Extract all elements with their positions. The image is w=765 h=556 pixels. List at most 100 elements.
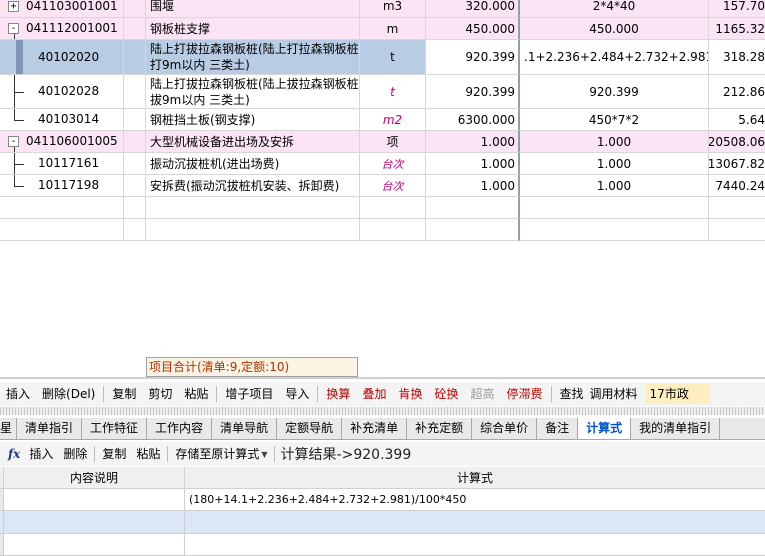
table-row[interactable]: 40102028 陆上打拔拉森钢板桩(陆上拔拉森钢板桩 拔9m以内 三类土) t… (0, 75, 765, 109)
paste-button[interactable]: 粘贴 (178, 384, 214, 404)
formula-row[interactable] (0, 534, 765, 556)
table-row-selected[interactable]: 40102020 陆上打拔拉森钢板桩(陆上打拉森钢板桩 打9m以内 三类土) t… (0, 40, 765, 75)
description-cell[interactable] (4, 489, 185, 511)
table-row[interactable]: - 041112001001 钢板桩支撑 m 450.000 450.000 1… (0, 18, 765, 40)
use-material-button[interactable]: 调用材料 (590, 384, 644, 404)
super-height-button[interactable]: 超高 (464, 384, 500, 404)
item-code: 041103001001 (26, 0, 118, 13)
item-expr: 920.399 (520, 75, 709, 109)
splitter-grip[interactable] (0, 407, 765, 415)
delete-button[interactable]: 删除(Del) (36, 384, 101, 404)
stack-button[interactable]: 叠加 (356, 384, 392, 404)
formula-delete-button[interactable]: 删除 (58, 443, 92, 465)
item-code: 10117198 (38, 178, 100, 192)
tab-my-bill-guide[interactable]: 我的清单指引 (631, 418, 721, 439)
tab-supplement-quota[interactable]: 补充定额 (407, 418, 473, 439)
code-cell: - 041112001001 (0, 18, 124, 40)
item-expr: 1.000 (520, 175, 709, 197)
formula-toolbar: fx 插入 删除 复制 粘贴 存储至原计算式 ▼ 计算结果->920.399 (0, 442, 765, 466)
item-qty: 1.000 (426, 131, 520, 153)
item-price: 5.64 (709, 109, 765, 131)
toolbar-separator (273, 446, 275, 462)
tab-work-content[interactable]: 工作内容 (147, 418, 213, 439)
item-name: 陆上打拔拉森钢板桩(陆上拔拉森钢板桩 拔9m以内 三类土) (146, 75, 360, 109)
formula-paste-button[interactable]: 粘贴 (131, 443, 165, 465)
calc-result: 计算结果->920.399 (280, 447, 412, 463)
tab-supplement-bill[interactable]: 补充清单 (342, 418, 408, 439)
item-code: 041106001005 (26, 134, 118, 148)
formula-row[interactable]: (180+14.1+2.236+2.484+2.732+2.981)/100*4… (0, 489, 765, 511)
insert-button[interactable]: 插入 (0, 384, 36, 404)
table-row[interactable]: 10117198 安拆费(振动沉拔桩机安装、拆卸费) 台次 1.000 1.00… (0, 175, 765, 197)
item-price: 1165.32 (709, 18, 765, 40)
item-unit: t (360, 40, 426, 75)
description-cell[interactable] (4, 511, 185, 534)
code-cell: 40103014 (0, 109, 124, 131)
save-to-formula-button[interactable]: 存储至原计算式 (170, 443, 261, 465)
tab-bill-nav[interactable]: 清单导航 (212, 418, 278, 439)
empty-row[interactable] (0, 197, 765, 219)
formula-copy-button[interactable]: 复制 (97, 443, 131, 465)
material-library-field[interactable]: 17市政 (645, 384, 710, 404)
code-cell: - 041106001005 (0, 131, 124, 153)
stall-fee-button[interactable]: 停滞费 (501, 384, 549, 404)
item-expr[interactable]: .1+2.236+2.484+2.732+2.981)/ (520, 40, 709, 75)
table-row[interactable]: - 041106001005 大型机械设备进出场及安拆 项 1.000 1.00… (0, 131, 765, 153)
item-price: 7440.24 (709, 175, 765, 197)
tab-remarks[interactable]: 备注 (537, 418, 579, 439)
code-cell: + 041103001001 (0, 0, 124, 18)
item-name: 钢桩挡土板(钢支撑) (146, 109, 360, 131)
tab-quota-nav[interactable]: 定额导航 (277, 418, 343, 439)
item-price: 157.70 (709, 0, 765, 18)
item-price: 20508.06 (709, 131, 765, 153)
replace-calc-button[interactable]: 换算 (320, 384, 356, 404)
empty-row[interactable] (0, 219, 765, 241)
item-code: 10117161 (38, 156, 100, 170)
bill-grid: + 041103001001 围堰 m3 320.000 2*4*40 157.… (0, 0, 765, 241)
item-expr: 1.000 (520, 153, 709, 175)
toolbar-separator (167, 446, 169, 462)
item-name: 大型机械设备进出场及安拆 (146, 131, 360, 153)
concrete-replace-button[interactable]: 砼换 (428, 384, 464, 404)
dropdown-arrow-icon[interactable]: ▼ (261, 450, 267, 459)
tab-unit-price[interactable]: 综合单价 (472, 418, 538, 439)
collapse-toggle[interactable]: - (8, 23, 19, 34)
tab-work-features[interactable]: 工作特征 (82, 418, 148, 439)
item-qty: 920.399 (426, 75, 520, 109)
tab-formula[interactable]: 计算式 (578, 418, 632, 439)
description-cell[interactable] (4, 534, 185, 556)
import-button[interactable]: 导入 (279, 384, 315, 404)
item-expr: 450.000 (520, 18, 709, 40)
collapse-toggle[interactable]: - (8, 136, 19, 147)
add-sub-item-button[interactable]: 增子项目 (219, 384, 279, 404)
fx-icon[interactable]: fx (0, 447, 24, 461)
table-row[interactable]: 10117161 振动沉拔桩机(进出场费) 台次 1.000 1.000 130… (0, 153, 765, 175)
toolbar-separator (550, 386, 552, 402)
formula-cell[interactable]: (180+14.1+2.236+2.484+2.732+2.981)/100*4… (185, 489, 765, 511)
item-name: 陆上打拔拉森钢板桩(陆上打拉森钢板桩 打9m以内 三类土) (146, 40, 360, 75)
item-expr: 1.000 (520, 131, 709, 153)
tab-bill-guide[interactable]: 清单指引 (17, 418, 83, 439)
item-code: 40102028 (38, 84, 100, 98)
header-description: 内容说明 (4, 467, 185, 489)
item-name: 振动沉拔桩机(进出场费) (146, 153, 360, 175)
formula-grid-header: 内容说明 计算式 (0, 467, 765, 489)
item-unit: 项 (360, 131, 426, 153)
formula-row[interactable] (0, 511, 765, 534)
item-code: 40103014 (38, 112, 100, 126)
cut-button[interactable]: 剪切 (142, 384, 178, 404)
formula-cell[interactable] (185, 534, 765, 556)
splitter[interactable] (0, 377, 765, 379)
formula-insert-button[interactable]: 插入 (24, 443, 58, 465)
find-button[interactable]: 查找 (554, 384, 590, 404)
table-row[interactable]: + 041103001001 围堰 m3 320.000 2*4*40 157.… (0, 0, 765, 18)
toolbar-separator (216, 386, 218, 402)
fat-replace-button[interactable]: 肯换 (392, 384, 428, 404)
table-row[interactable]: 40103014 钢桩挡土板(钢支撑) m2 6300.000 450*7*2 … (0, 109, 765, 131)
item-code: 40102020 (38, 50, 100, 64)
expand-toggle[interactable]: + (8, 1, 19, 12)
item-unit: t (360, 75, 426, 109)
tab-partial[interactable]: 星 (0, 418, 18, 439)
formula-cell[interactable] (185, 511, 765, 534)
copy-button[interactable]: 复制 (106, 384, 142, 404)
